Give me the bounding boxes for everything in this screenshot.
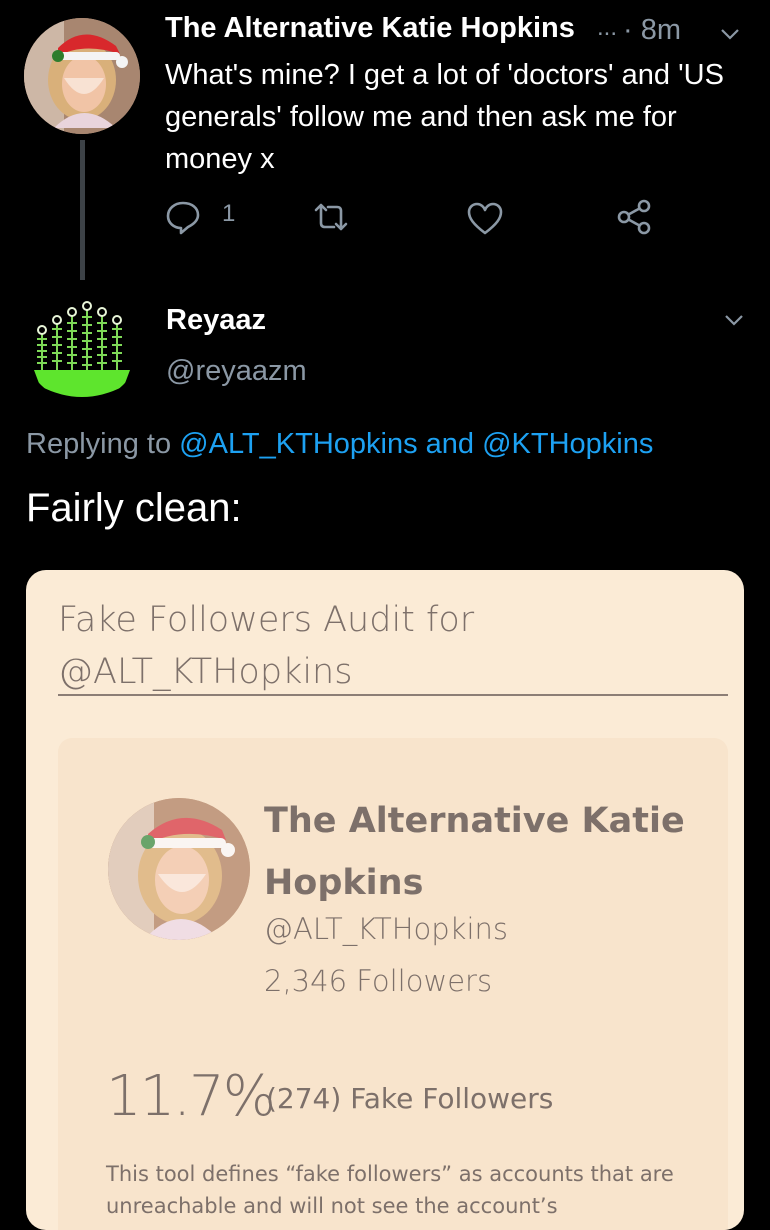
audit-card-image[interactable]: Fake Followers Audit for @ALT_KTHopkins … bbox=[26, 570, 744, 1230]
replying-to-label: Replying to bbox=[26, 428, 172, 460]
tweet-menu-button[interactable] bbox=[718, 22, 742, 51]
reply-icon bbox=[166, 201, 200, 235]
retweet-icon bbox=[314, 203, 348, 231]
author-avatar[interactable] bbox=[24, 18, 140, 134]
reply-author-avatar[interactable] bbox=[24, 286, 140, 402]
share-button[interactable] bbox=[616, 198, 654, 241]
mention-conjunction: and bbox=[425, 428, 475, 460]
audit-description: This tool defines “fake followers” as ac… bbox=[106, 1162, 674, 1218]
heart-icon bbox=[467, 202, 503, 235]
tweet-timestamp[interactable]: · 8m bbox=[623, 14, 681, 47]
audit-profile-handle: @ALT_KTHopkins bbox=[264, 912, 508, 946]
tweet-text: What's mine? I get a lot of 'doctors' an… bbox=[165, 59, 724, 175]
reply-tweet-menu-button[interactable] bbox=[722, 308, 746, 337]
audit-profile-name: The Alternative Katie Hopkins bbox=[264, 801, 685, 903]
audit-profile-avatar bbox=[108, 798, 250, 940]
reply-tweet-text: Fairly clean: bbox=[26, 486, 242, 530]
share-icon bbox=[617, 199, 651, 235]
reply-author-name[interactable]: Reyaaz bbox=[166, 304, 266, 337]
reply-count: 1 bbox=[222, 200, 236, 227]
audit-title: Fake Followers Audit for @ALT_KTHopkins bbox=[58, 600, 475, 692]
reply-author-handle[interactable]: @reyaazm bbox=[166, 355, 307, 388]
replying-to-line: Replying to @ALT_KTHopkins and @KTHopkin… bbox=[26, 428, 653, 461]
thread-connector-line bbox=[80, 140, 85, 280]
reply-button[interactable] bbox=[164, 198, 202, 241]
chevron-down-icon bbox=[721, 29, 739, 40]
mention-link[interactable]: @KTHopkins bbox=[482, 428, 653, 460]
mention-link[interactable]: @ALT_KTHopkins bbox=[179, 428, 417, 460]
name-truncation: ... bbox=[597, 14, 618, 41]
retweet-button[interactable] bbox=[312, 198, 350, 241]
like-button[interactable] bbox=[466, 200, 504, 243]
fake-follower-percentage: 11.7% bbox=[106, 1064, 276, 1129]
chevron-down-icon bbox=[725, 315, 743, 326]
author-name[interactable]: The Alternative Katie Hopkins bbox=[165, 12, 575, 45]
audit-profile-panel: The Alternative Katie Hopkins @ALT_KTHop… bbox=[58, 738, 728, 1230]
title-underline bbox=[58, 694, 728, 696]
fake-follower-count: (274) Fake Followers bbox=[266, 1082, 554, 1115]
audit-follower-count: 2,346 Followers bbox=[264, 964, 493, 998]
